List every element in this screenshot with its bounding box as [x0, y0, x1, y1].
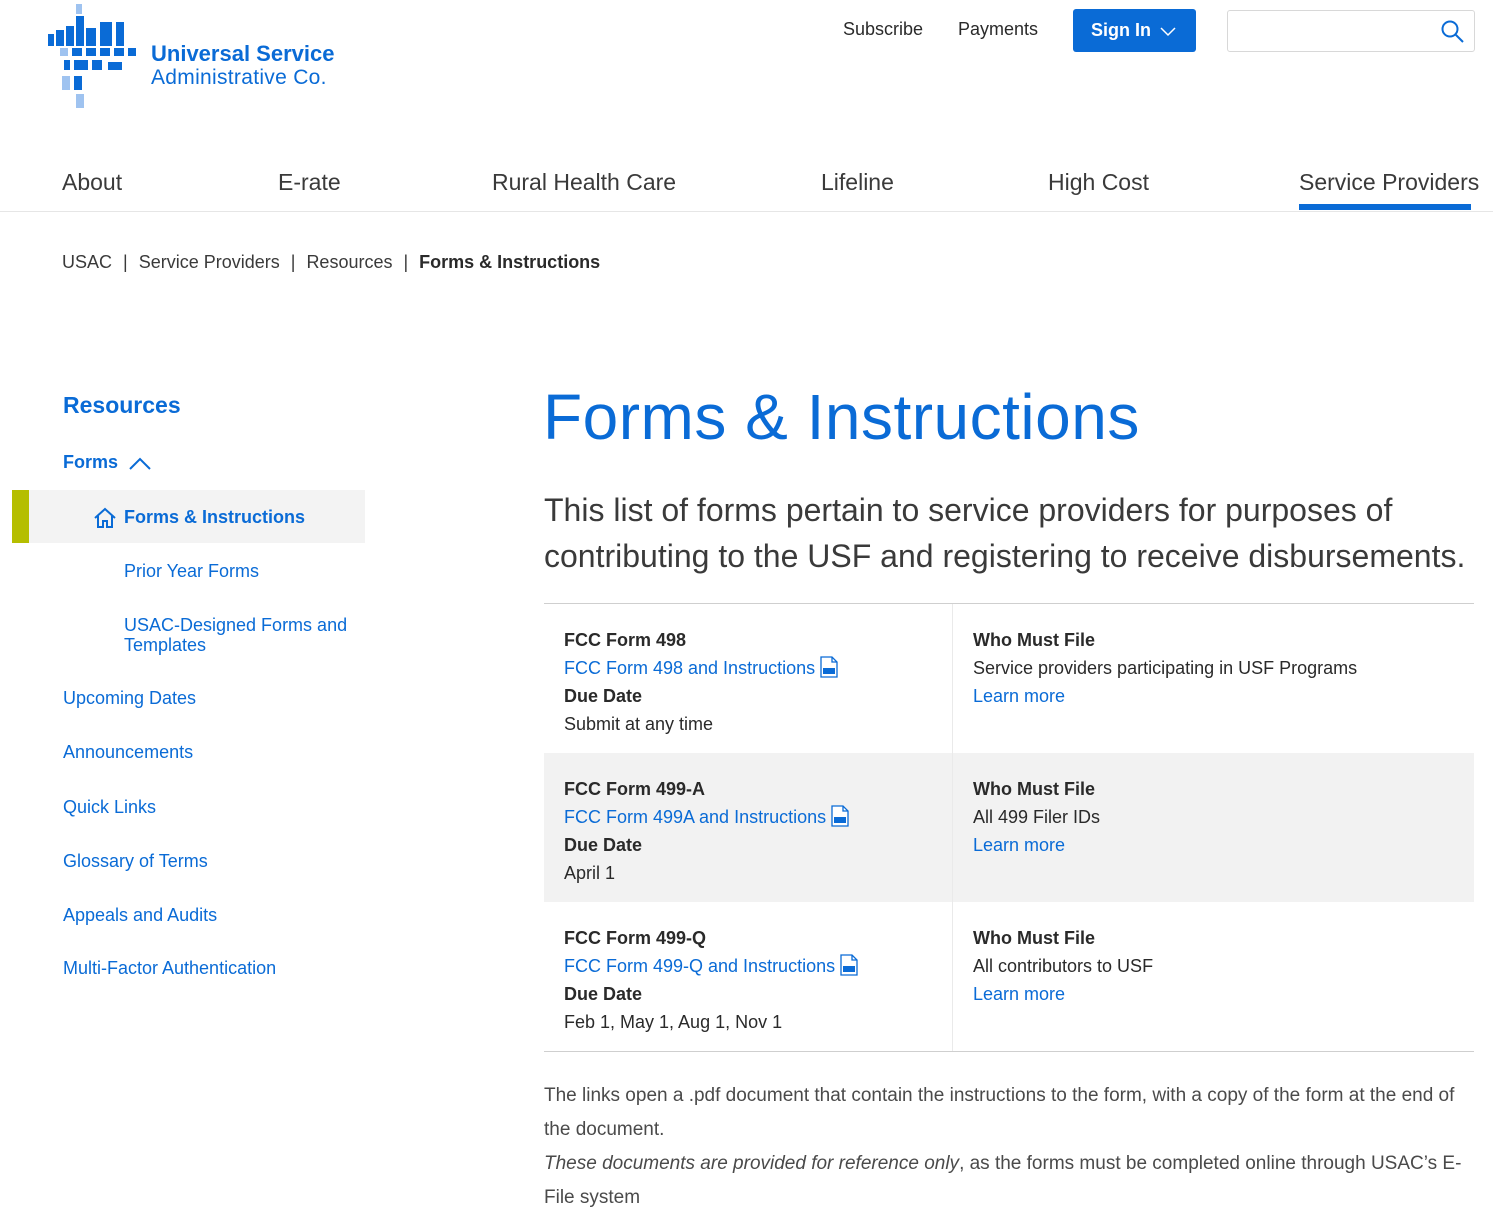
breadcrumb-resources[interactable]: Resources: [306, 252, 392, 273]
chevron-down-icon: [1160, 26, 1176, 36]
nav-item-high-cost[interactable]: High Cost: [1048, 169, 1149, 196]
breadcrumb: USAC | Service Providers | Resources | F…: [62, 252, 600, 273]
sign-in-button[interactable]: Sign In: [1073, 9, 1196, 52]
who-must-file-label: Who Must File: [973, 630, 1095, 650]
subscribe-link[interactable]: Subscribe: [843, 19, 923, 40]
sidebar-item-appeals-audits[interactable]: Appeals and Audits: [63, 905, 217, 926]
form-pdf-link[interactable]: FCC Form 498 and Instructions: [564, 654, 952, 682]
learn-more-link[interactable]: Learn more: [973, 831, 1474, 859]
form-pdf-link[interactable]: FCC Form 499-Q and Instructions: [564, 952, 952, 980]
breadcrumb-usac[interactable]: USAC: [62, 252, 112, 273]
table-row: FCC Form 499-A FCC Form 499A and Instruc…: [544, 753, 1474, 902]
logo-text-line1: Universal Service: [151, 41, 335, 66]
sidebar-item-prior-year-forms[interactable]: Prior Year Forms: [124, 561, 259, 581]
payments-link[interactable]: Payments: [958, 19, 1038, 40]
sidebar-item-upcoming-dates[interactable]: Upcoming Dates: [63, 688, 196, 709]
form-name: FCC Form 498: [564, 630, 687, 650]
sidebar-item-forms-instructions[interactable]: Forms & Instructions: [12, 490, 365, 543]
nav-item-service-providers[interactable]: Service Providers: [1299, 169, 1479, 196]
sidebar-forms-label: Forms: [63, 452, 119, 472]
table-row: FCC Form 498 FCC Form 498 and Instructio…: [544, 604, 1474, 753]
who-cell: Who Must File All 499 Filer IDs Learn mo…: [952, 753, 1474, 902]
active-item-marker: [12, 490, 29, 543]
page-title: Forms & Instructions: [543, 381, 1140, 453]
sidebar-item-usac-designed-forms[interactable]: USAC-Designed Forms and Templates: [124, 615, 364, 655]
learn-more-link[interactable]: Learn more: [973, 682, 1474, 710]
breadcrumb-separator: |: [290, 252, 296, 272]
who-cell: Who Must File All contributors to USF Le…: [952, 902, 1474, 1051]
usac-logo-mark: [48, 4, 136, 108]
forms-note: The links open a .pdf document that cont…: [544, 1079, 1479, 1210]
table-row: FCC Form 499-Q FCC Form 499-Q and Instru…: [544, 902, 1474, 1051]
breadcrumb-service-providers[interactable]: Service Providers: [139, 252, 280, 273]
pdf-icon: [840, 954, 858, 976]
sidebar-item-forms[interactable]: Forms: [63, 452, 152, 473]
due-date-label: Due Date: [564, 984, 643, 1004]
usac-logo[interactable]: Universal Service Administrative Co.: [46, 4, 356, 108]
due-date-value: Feb 1, May 1, Aug 1, Nov 1: [564, 1012, 783, 1032]
breadcrumb-current: Forms & Instructions: [419, 252, 601, 272]
home-icon: [94, 507, 116, 528]
breadcrumb-separator: |: [123, 252, 128, 272]
sidebar-item-announcements[interactable]: Announcements: [63, 742, 193, 763]
page-intro: This list of forms pertain to service pr…: [544, 492, 1466, 574]
main-nav: About E-rate Rural Health Care Lifeline …: [0, 160, 1493, 212]
pdf-icon: [831, 805, 849, 827]
form-pdf-link[interactable]: FCC Form 499A and Instructions: [564, 803, 952, 831]
due-date-label: Due Date: [564, 686, 643, 706]
nav-item-e-rate[interactable]: E-rate: [278, 169, 341, 196]
sidebar-item-glossary[interactable]: Glossary of Terms: [63, 851, 208, 872]
form-name: FCC Form 499-A: [564, 779, 706, 799]
form-cell: FCC Form 499-Q FCC Form 499-Q and Instru…: [544, 902, 952, 1051]
sidebar-item-mfa[interactable]: Multi-Factor Authentication: [63, 958, 276, 979]
learn-more-link[interactable]: Learn more: [973, 980, 1474, 1008]
nav-active-indicator: [1299, 204, 1471, 210]
who-must-file-value: All 499 Filer IDs: [973, 807, 1101, 827]
sidebar-item-quick-links[interactable]: Quick Links: [63, 797, 156, 818]
forms-table: FCC Form 498 FCC Form 498 and Instructio…: [544, 603, 1474, 1052]
who-must-file-value: All contributors to USF: [973, 956, 1154, 976]
nav-item-lifeline[interactable]: Lifeline: [821, 169, 894, 196]
form-cell: FCC Form 499-A FCC Form 499A and Instruc…: [544, 753, 952, 902]
form-pdf-link-label: FCC Form 499-Q and Instructions: [564, 956, 836, 976]
pdf-icon: [820, 656, 838, 678]
nav-item-rural-health-care[interactable]: Rural Health Care: [492, 169, 676, 196]
who-must-file-value: Service providers participating in USF P…: [973, 658, 1358, 678]
form-cell: FCC Form 498 FCC Form 498 and Instructio…: [544, 604, 952, 753]
form-name: FCC Form 499-Q: [564, 928, 707, 948]
who-cell: Who Must File Service providers particip…: [952, 604, 1474, 753]
breadcrumb-separator: |: [403, 252, 409, 272]
form-pdf-link-label: FCC Form 498 and Instructions: [564, 658, 816, 678]
sign-in-label: Sign In: [1091, 20, 1151, 40]
due-date-value: April 1: [564, 863, 616, 883]
who-must-file-label: Who Must File: [973, 779, 1095, 799]
search-icon[interactable]: [1440, 19, 1466, 45]
search-box: [1227, 10, 1475, 52]
sidebar-active-label: Forms & Instructions: [124, 507, 306, 527]
search-input[interactable]: [1236, 12, 1436, 50]
nav-item-about[interactable]: About: [62, 169, 122, 196]
sidebar-title[interactable]: Resources: [63, 392, 181, 419]
note-line1: The links open a .pdf document that cont…: [544, 1085, 1455, 1140]
due-date-label: Due Date: [564, 835, 643, 855]
form-pdf-link-label: FCC Form 499A and Instructions: [564, 807, 827, 827]
logo-text-line2: Administrative Co.: [151, 66, 327, 89]
due-date-value: Submit at any time: [564, 714, 714, 734]
chevron-up-icon: [129, 457, 151, 470]
note-emphasis: These documents are provided for referen…: [544, 1153, 960, 1174]
who-must-file-label: Who Must File: [973, 928, 1095, 948]
